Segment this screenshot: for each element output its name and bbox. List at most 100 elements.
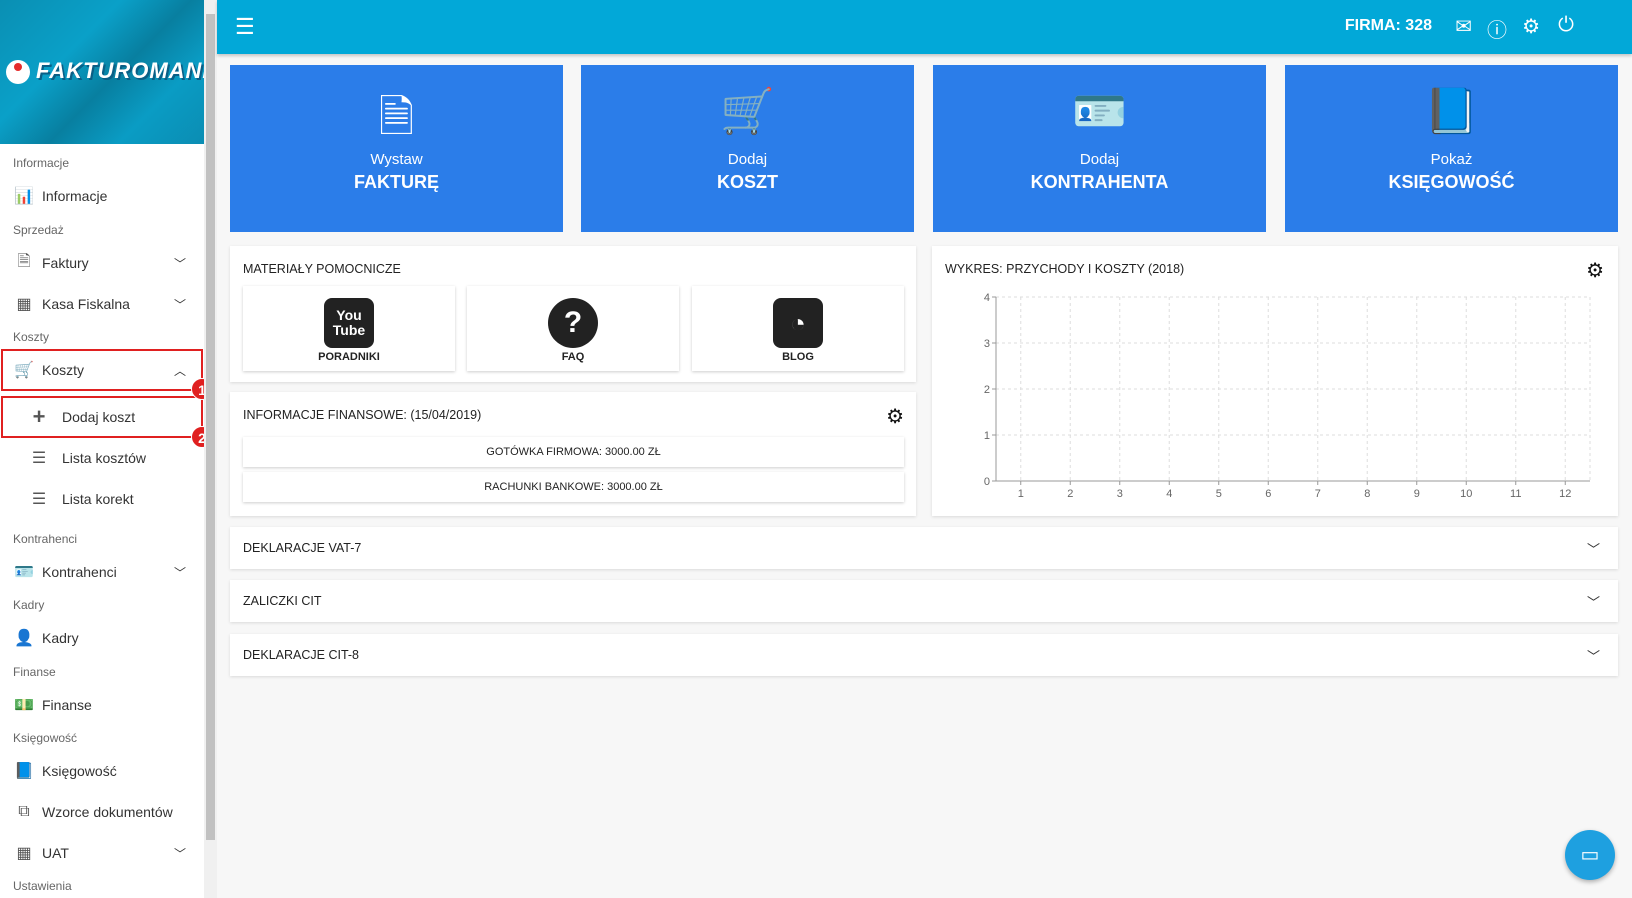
label: Kontrahenci xyxy=(42,564,117,580)
help-icon[interactable]: ⓘ xyxy=(1487,14,1507,43)
chat-button[interactable]: ▭ xyxy=(1565,830,1615,880)
sidebar-item-lista-kosztow[interactable]: ☰ Lista kosztów xyxy=(0,439,204,477)
tile-line1: Dodaj xyxy=(1079,151,1120,168)
section-kontrahenci: Kontrahenci xyxy=(13,532,78,546)
sidebar-item-finanse[interactable]: 💵 Finanse xyxy=(0,686,204,724)
label: Kadry xyxy=(42,630,79,646)
chevron-down-icon: ﹀ xyxy=(1586,649,1600,664)
chart-card: WYKRES: PRZYCHODY I KOSZTY (2018) ⚙ 0123… xyxy=(932,246,1618,516)
cash-balance: GOTÓWKA FIRMOWA: 3000.00 ZŁ xyxy=(243,437,904,467)
chevron-down-icon: ﹀ xyxy=(173,846,186,861)
accordion-title: DEKLARACJE VAT-7 xyxy=(243,541,362,555)
accordion-vat7[interactable]: DEKLARACJE VAT-7 ﹀ xyxy=(230,527,1618,569)
power-icon[interactable]: ⏻ xyxy=(1558,14,1574,37)
accordion-title: ZALICZKI CIT xyxy=(243,594,322,608)
sidebar-item-uat[interactable]: ▦ UAT ﹀ xyxy=(0,834,204,872)
sidebar-item-lista-korekt[interactable]: ☰ Lista korekt xyxy=(0,480,204,518)
tile-line2: KOSZT xyxy=(717,172,778,192)
x-tick-label: 4 xyxy=(1166,488,1172,500)
highlight-koszty xyxy=(1,349,203,391)
grid-icon: ▦ xyxy=(16,845,32,862)
x-tick-label: 10 xyxy=(1460,488,1472,500)
chevron-down-icon: ﹀ xyxy=(1586,542,1600,557)
accordion-zaliczki-cit[interactable]: ZALICZKI CIT ﹀ xyxy=(230,580,1618,622)
poradniki-button[interactable]: You Tube PORADNIKI xyxy=(243,286,455,371)
chevron-down-icon: ﹀ xyxy=(173,565,186,580)
tile-dodaj-kontrahenta[interactable]: 🪪 Dodaj KONTRAHENTA xyxy=(933,65,1266,232)
rss-icon: ◔ xyxy=(773,298,823,348)
x-tick-label: 3 xyxy=(1117,488,1123,500)
logo-mark-icon xyxy=(6,60,30,84)
label: Wzorce dokumentów xyxy=(42,804,173,820)
highlight-dodaj-koszt xyxy=(1,396,203,438)
sidebar-scrollbar[interactable] xyxy=(204,0,217,898)
gear-icon[interactable]: ⚙ xyxy=(886,404,904,429)
accordion-title: DEKLARACJE CIT-8 xyxy=(243,648,360,662)
user-badge-icon: 👤 xyxy=(14,630,34,647)
hamburger-menu-icon[interactable]: ☰ xyxy=(235,14,255,40)
materials-card: MATERIAŁY POMOCNICZE You Tube PORADNIKI ? F… xyxy=(230,246,916,382)
x-tick-label: 2 xyxy=(1067,488,1073,500)
chevron-down-icon: ﹀ xyxy=(1586,595,1600,610)
mail-icon[interactable]: ✉ xyxy=(1455,14,1472,39)
bar-chart-icon: 📊 xyxy=(14,188,34,205)
sidebar-item-kasa-fiskalna[interactable]: ▦ Kasa Fiskalna ﹀ xyxy=(0,285,204,323)
book-icon: 📘 xyxy=(1424,87,1479,136)
x-tick-label: 12 xyxy=(1559,488,1571,500)
chevron-down-icon: ﹀ xyxy=(173,256,186,271)
accordion-cit8[interactable]: DEKLARACJE CIT-8 ﹀ xyxy=(230,634,1618,676)
scrollbar-thumb[interactable] xyxy=(206,14,215,840)
sidebar-item-kontrahenci[interactable]: 🪪 Kontrahenci ﹀ xyxy=(0,553,204,591)
sidebar-item-informacje[interactable]: 📊 Informacje xyxy=(0,177,204,215)
label: UAT xyxy=(42,845,69,861)
gear-icon[interactable]: ⚙ xyxy=(1522,14,1540,39)
y-tick-label: 4 xyxy=(984,292,990,304)
chevron-down-icon: ﹀ xyxy=(173,297,186,312)
chart-svg: 012341 2 3 4 5 6 7 8 9 10 11 12 xyxy=(984,292,1591,500)
x-tick-label: 5 xyxy=(1216,488,1222,500)
chat-icon: ▭ xyxy=(1580,844,1600,866)
section-kadry: Kadry xyxy=(13,598,45,612)
sidebar-item-ksiegowosc[interactable]: 📘 Księgowość xyxy=(0,752,204,790)
money-icon: 💵 xyxy=(14,697,34,714)
section-ustawienia: Ustawienia xyxy=(13,879,72,893)
tile-wystaw-fakture[interactable]: 🗎 Wystaw FAKTURĘ xyxy=(230,65,563,232)
section-informacje: Informacje xyxy=(13,156,70,170)
tile-line2: FAKTURĘ xyxy=(354,172,439,192)
y-tick-label: 0 xyxy=(984,476,990,488)
youtube-icon: You Tube xyxy=(324,298,374,348)
card-title: MATERIAŁY POMOCNICZE xyxy=(243,262,401,276)
x-tick-label: 1 xyxy=(1018,488,1024,500)
sidebar-item-wzorce-dokumentow[interactable]: ⧉ Wzorce dokumentów xyxy=(0,793,204,831)
x-tick-label: 11 xyxy=(1510,488,1521,500)
y-tick-label: 1 xyxy=(984,430,990,442)
documents-icon: ⧉ xyxy=(18,803,30,820)
list-icon: ☰ xyxy=(31,450,47,467)
book-icon: 📘 xyxy=(14,763,34,780)
x-tick-label: 9 xyxy=(1414,488,1420,500)
faq-button[interactable]: ? FAQ xyxy=(467,286,679,371)
logo-text: FAKTUROMANIA xyxy=(36,58,204,83)
label: Informacje xyxy=(42,188,108,204)
sidebar-item-kadry[interactable]: 👤 Kadry xyxy=(0,619,204,657)
firma-label: FIRMA: 328 xyxy=(1344,17,1432,34)
tile-dodaj-koszt[interactable]: 🛒 Dodaj KOSZT xyxy=(581,65,914,232)
sidebar: FAKTUROMANIA Informacje 📊 Informacje Sprz… xyxy=(0,0,213,898)
y-tick-label: 2 xyxy=(984,384,990,396)
tile-pokaz-ksiegowosc[interactable]: 📘 Pokaż KSIĘGOWOŚĆ xyxy=(1285,65,1618,232)
top-bar: ☰ FIRMA: 328 ✉ ⓘ ⚙ ⏻ xyxy=(217,0,1632,54)
file-icon: 🗎 xyxy=(17,252,31,270)
bank-balance: RACHUNKI BANKOWE: 3000.00 ZŁ xyxy=(243,472,904,502)
label: Kasa Fiskalna xyxy=(42,296,130,312)
section-sprzedaz: Sprzedaż xyxy=(13,223,64,237)
label: Lista kosztów xyxy=(62,450,147,466)
id-card-icon: 🪪 xyxy=(14,564,34,581)
sidebar-item-faktury[interactable]: 🗎 Faktury ﹀ xyxy=(0,244,204,282)
logo[interactable]: FAKTUROMANIA xyxy=(0,0,204,144)
section-koszty: Koszty xyxy=(13,330,50,344)
cash-register-icon: ▦ xyxy=(16,296,32,313)
label: Lista korekt xyxy=(62,491,134,507)
blog-button[interactable]: ◔ BLOG xyxy=(692,286,904,371)
finance-card: INFORMACJE FINANSOWE: (15/04/2019) ⚙ GOT… xyxy=(230,392,916,516)
tile-line2: KSIĘGOWOŚĆ xyxy=(1388,172,1515,192)
